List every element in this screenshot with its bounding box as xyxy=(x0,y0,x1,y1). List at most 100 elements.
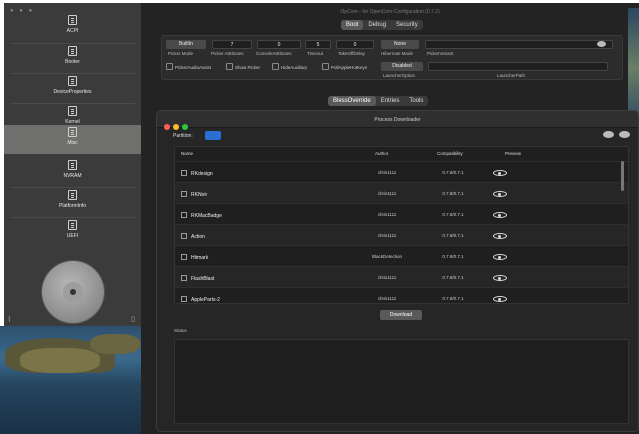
downloader-title: Process Downloader xyxy=(374,117,421,123)
row-compatibility: 0.7.8/0.7.1 xyxy=(442,212,464,217)
tab-blessoverride[interactable]: BlessOverride xyxy=(328,96,376,106)
sidebar-item-deviceproperties[interactable]: DeviceProperties xyxy=(4,74,141,102)
row-name: RKdesign xyxy=(181,170,213,177)
row-compatibility: 0.7.8/0.7.1 xyxy=(442,275,464,280)
close-button[interactable] xyxy=(164,124,170,130)
table-row[interactable]: RKMacBadge chris1111 0.7.8/0.7.1 xyxy=(175,203,628,224)
launcher-path-caption: LauncherPath xyxy=(497,73,526,78)
takeoff-delay-caption: TakeOffDelay xyxy=(338,51,365,56)
list-icon xyxy=(68,220,77,230)
table-row[interactable]: RKNoir chris1111 0.7.8/0.7.1 xyxy=(175,182,628,203)
tab-boot[interactable]: Boot xyxy=(341,20,364,30)
tab-security[interactable]: Security xyxy=(391,20,423,30)
row-author: chris1111 xyxy=(377,212,397,217)
timeout-stepper[interactable]: 5 xyxy=(305,40,331,49)
table-row[interactable]: AppleParts-2 chris1111 0.7.8/0.7.1 xyxy=(175,287,628,303)
list-icon xyxy=(68,127,77,137)
table-row[interactable]: FlashBlast chris1111 0.7.8/0.7.1 xyxy=(175,266,628,287)
row-compatibility: 0.7.8/0.7.1 xyxy=(442,254,464,259)
takeoff-delay-field[interactable]: 0 xyxy=(336,40,374,49)
column-header-author[interactable]: Author xyxy=(375,151,388,156)
screen: ● ● ● ACPI Booter DeviceProperties Kerne… xyxy=(0,0,639,434)
row-name: AppleParts-2 xyxy=(181,296,220,303)
row-name: Hitmark xyxy=(181,254,208,261)
sidebar-item-label: UEFI xyxy=(66,233,79,239)
status-label: Status xyxy=(174,328,187,333)
eye-icon[interactable] xyxy=(493,212,507,218)
sidebar-item-misc[interactable]: Misc xyxy=(4,125,141,154)
table-scrollbar[interactable] xyxy=(621,161,624,191)
row-compatibility: 0.7.8/0.7.1 xyxy=(442,170,464,175)
hibernate-mode-caption: Hibernate Mode xyxy=(381,51,414,56)
row-compatibility: 0.7.8/0.7.1 xyxy=(442,233,464,238)
picker-mode-select[interactable]: BuiltIn xyxy=(166,40,206,49)
minimize-button[interactable] xyxy=(173,124,179,130)
row-author: chris1111 xyxy=(377,296,397,301)
share-icon[interactable]: ⟨ xyxy=(8,315,11,323)
picker-variant-caption: PickerVariant xyxy=(427,51,454,56)
console-attributes-field[interactable]: 0 xyxy=(257,40,301,49)
wallpaper-rock xyxy=(20,348,100,373)
hide-auxiliary-checkbox[interactable]: HideAuxiliary xyxy=(272,63,307,70)
process-downloader-window: Process Downloader Partition: Name Autho… xyxy=(156,110,639,432)
eye-icon[interactable] xyxy=(597,41,606,47)
hibernate-mode-select[interactable]: None xyxy=(381,40,419,49)
row-author: BlackDetection xyxy=(371,254,402,259)
table-row[interactable]: Action chris1111 0.7.8/0.7.1 xyxy=(175,224,628,245)
picker-attributes-caption: Picker Attributes xyxy=(211,51,244,56)
sidebar-item-nvram[interactable]: NVRAM xyxy=(4,158,141,186)
picker-variant-field[interactable] xyxy=(425,40,613,49)
eye-icon[interactable] xyxy=(493,170,507,176)
picker-mode-caption: Picker Mode xyxy=(168,51,194,56)
row-name: FlashBlast xyxy=(181,275,214,282)
picker-audio-assist-checkbox[interactable]: PickerAudioAssist xyxy=(166,63,211,70)
column-header-name[interactable]: Name xyxy=(181,151,193,156)
sidebar-item-platforminfo[interactable]: PlatformInfo xyxy=(4,188,141,216)
eye-icon[interactable] xyxy=(493,275,507,281)
lock-icon[interactable]: ▯ xyxy=(131,315,135,323)
table-row[interactable]: Hitmark BlackDetection 0.7.8/0.7.1 xyxy=(175,245,628,266)
eye-icon[interactable] xyxy=(493,191,507,197)
eye-icon[interactable] xyxy=(619,131,630,138)
status-output xyxy=(174,339,629,424)
table-row[interactable]: RKdesign chris1111 0.7.8/0.7.1 xyxy=(175,161,628,182)
theme-table: Name Author Compatibility Preview RKdesi… xyxy=(174,146,629,304)
download-button[interactable]: Download xyxy=(380,310,422,320)
opencore-dial-logo xyxy=(42,261,104,323)
partition-select[interactable] xyxy=(205,131,221,140)
sidebar-item-label: NVRAM xyxy=(63,173,82,179)
tab-tools[interactable]: Tools xyxy=(404,96,428,106)
show-picker-checkbox[interactable]: Show Picker xyxy=(226,63,260,70)
tab-entries[interactable]: Entries xyxy=(376,96,405,106)
eye-icon[interactable] xyxy=(493,296,507,302)
dial-center xyxy=(70,289,76,295)
row-name: RKNoir xyxy=(181,191,207,198)
sidebar-item-label: ACPI xyxy=(66,28,79,34)
launcher-path-field[interactable] xyxy=(428,62,608,71)
picker-attributes-field[interactable]: 7 xyxy=(212,40,252,49)
row-name: Action xyxy=(181,233,205,240)
sidebar-item-acpi[interactable]: ACPI xyxy=(4,13,141,41)
list-icon xyxy=(68,190,77,200)
tab-debug[interactable]: Debug xyxy=(363,20,391,30)
console-attributes-caption: ConsoleAttributes xyxy=(256,51,292,56)
desktop-wallpaper xyxy=(0,326,141,434)
eye-icon[interactable] xyxy=(603,131,614,138)
row-author: chris1111 xyxy=(377,191,397,196)
list-icon xyxy=(68,76,77,86)
sidebar-item-uefi[interactable]: UEFI xyxy=(4,218,141,246)
launcher-option-select[interactable]: Disabled xyxy=(381,62,423,71)
list-icon xyxy=(68,106,77,116)
row-author: chris1111 xyxy=(377,275,397,280)
sidebar-item-booter[interactable]: Booter xyxy=(4,44,141,72)
eye-icon[interactable] xyxy=(493,233,507,239)
zoom-button[interactable] xyxy=(182,124,188,130)
sidebar-item-label: Misc xyxy=(67,140,78,146)
sidebar-item-label: Booter xyxy=(65,59,80,65)
row-compatibility: 0.7.8/0.7.1 xyxy=(442,296,464,301)
eye-icon[interactable] xyxy=(493,254,507,260)
top-tab-bar: Boot Debug Security xyxy=(341,20,423,30)
column-header-compatibility[interactable]: Compatibility xyxy=(437,151,463,156)
poll-apple-hotkeys-checkbox[interactable]: PollAppleHotKeys xyxy=(322,63,367,70)
column-header-preview[interactable]: Preview xyxy=(505,151,521,156)
